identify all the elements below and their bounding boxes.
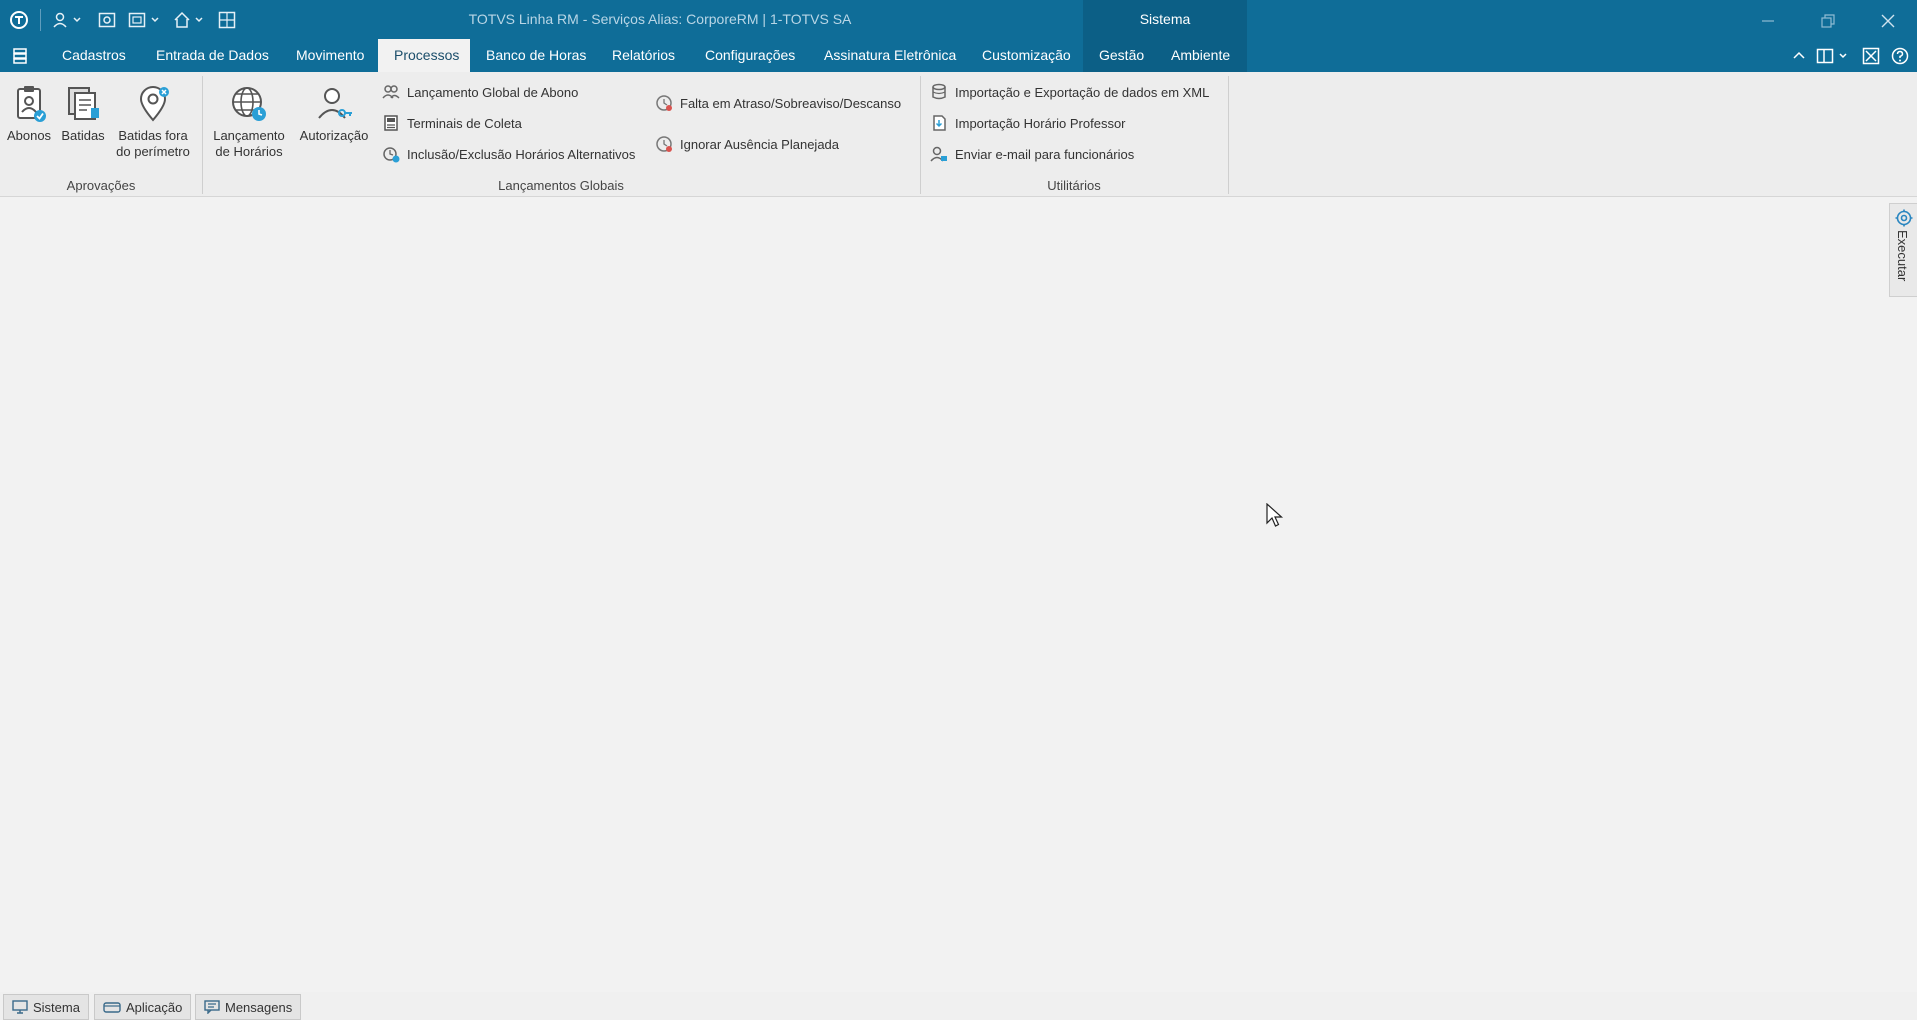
gear-icon (1895, 209, 1913, 227)
workspace (0, 198, 1889, 992)
ribbon: Abonos Batidas Batidas fora do perímetro… (0, 72, 1917, 197)
collapse-ribbon-icon[interactable] (1792, 49, 1806, 66)
minimize-button[interactable] (1748, 6, 1788, 34)
ignorar-ausencia-button[interactable]: Ignorar Ausência Planejada (655, 133, 839, 155)
importacao-exportacao-xml-label: Importação e Exportação de dados em XML (955, 84, 1210, 100)
batidas-button[interactable]: Batidas (58, 84, 108, 144)
menu-ambiente[interactable]: Ambiente (1155, 39, 1247, 72)
group-divider (1228, 76, 1229, 194)
lancamento-global-abono-label: Lançamento Global de Abono (407, 84, 579, 100)
menu-assinatura-eletronica[interactable]: Assinatura Eletrônica (808, 39, 972, 72)
falta-atraso-label: Falta em Atraso/Sobreaviso/Descanso (680, 95, 902, 111)
clipboard-check-icon (17, 86, 46, 122)
batidas-fora-label-2: do perímetro (116, 144, 190, 159)
menu-cadastros[interactable]: Cadastros (46, 39, 142, 72)
abonos-button[interactable]: Abonos (4, 84, 54, 144)
document-import-icon (933, 115, 946, 131)
status-mensagens-button[interactable]: Mensagens (195, 994, 302, 1020)
menu-gestao[interactable]: Gestão (1083, 39, 1155, 72)
inclusao-exclusao-horarios-button[interactable]: Inclusão/Exclusão Horários Alternativos (382, 143, 635, 165)
importacao-horario-professor-label: Importação Horário Professor (955, 115, 1126, 131)
ignorar-ausencia-label: Ignorar Ausência Planejada (680, 136, 840, 152)
mouse-cursor-icon (1266, 503, 1284, 527)
help-icon[interactable] (1891, 47, 1909, 68)
menu-relatorios[interactable]: Relatórios (596, 39, 691, 72)
app-menu-icon[interactable] (12, 48, 30, 67)
database-icon (932, 83, 946, 100)
title-bar: TOTVS Linha RM - Serviços Alias: Corpore… (0, 0, 1917, 72)
autorizacao-button[interactable]: Autorização (294, 84, 374, 144)
clock-alert-icon (656, 95, 672, 111)
enviar-email-label: Enviar e-mail para funcionários (955, 146, 1135, 162)
batidas-label: Batidas (61, 128, 105, 143)
menu-movimento[interactable]: Movimento (280, 39, 380, 72)
clock-refresh-icon (383, 147, 400, 163)
terminais-coleta-button[interactable]: Terminais de Coleta (382, 112, 522, 134)
location-pin-icon (139, 86, 169, 122)
abonos-label: Abonos (6, 128, 52, 143)
menu-banco-de-horas[interactable]: Banco de Horas (470, 39, 602, 72)
group-label-utilitarios: Utilitários (1047, 178, 1101, 193)
lancamento-global-abono-button[interactable]: Lançamento Global de Abono (382, 81, 578, 103)
user-mail-icon (930, 146, 947, 162)
clock-cancel-icon (656, 136, 672, 152)
status-aplicacao-label: Aplicação (126, 999, 183, 1015)
menu-configuracoes[interactable]: Configurações (689, 39, 811, 72)
enviar-email-button[interactable]: Enviar e-mail para funcionários (930, 143, 1134, 165)
status-bar: Sistema Aplicação Mensagens (0, 992, 1917, 1020)
inclusao-exclusao-label: Inclusão/Exclusão Horários Alternativos (407, 146, 636, 162)
users-icon (382, 85, 400, 99)
group-label-lancamentos-globais: Lançamentos Globais (498, 178, 624, 193)
restore-button[interactable] (1808, 6, 1848, 34)
menu-bar: Cadastros Entrada de Dados Movimento Pro… (0, 39, 1917, 72)
documents-icon (68, 87, 99, 120)
close-button[interactable] (1868, 6, 1908, 34)
close-window-icon[interactable] (1862, 47, 1880, 68)
lancamento-horarios-label-2: de Horários (215, 144, 283, 159)
batidas-fora-label-1: Batidas fora (118, 128, 188, 143)
executar-label: Executar (1895, 230, 1910, 282)
group-divider (202, 76, 203, 194)
status-sistema-button[interactable]: Sistema (3, 994, 89, 1020)
falta-atraso-button[interactable]: Falta em Atraso/Sobreaviso/Descanso (655, 92, 901, 114)
menu-processos[interactable]: Processos (378, 39, 470, 72)
autorizacao-label: Autorização (299, 128, 369, 143)
group-label-aprovacoes: Aprovações (66, 178, 136, 193)
application-icon (103, 1002, 121, 1013)
monitor-icon (12, 1000, 28, 1014)
message-icon (204, 1000, 220, 1014)
lancamento-horarios-label-1: Lançamento (213, 128, 285, 143)
importacao-exportacao-xml-button[interactable]: Importação e Exportação de dados em XML (930, 81, 1209, 103)
menu-customizacao[interactable]: Customização (966, 39, 1087, 72)
layout-dropdown-icon[interactable] (1816, 47, 1850, 68)
user-key-icon (318, 88, 352, 119)
executar-side-tab[interactable]: Executar (1889, 203, 1917, 297)
batidas-fora-perimetro-button[interactable]: Batidas fora do perímetro (112, 84, 194, 160)
terminal-icon (384, 115, 398, 131)
menu-entrada-de-dados[interactable]: Entrada de Dados (140, 39, 285, 72)
status-mensagens-label: Mensagens (225, 999, 293, 1015)
group-divider (920, 76, 921, 194)
importacao-horario-professor-button[interactable]: Importação Horário Professor (930, 112, 1126, 134)
status-sistema-label: Sistema (33, 999, 80, 1015)
status-aplicacao-button[interactable]: Aplicação (94, 994, 192, 1020)
terminais-coleta-label: Terminais de Coleta (407, 115, 522, 131)
globe-clock-icon (232, 87, 266, 121)
lancamento-horarios-button[interactable]: Lançamento de Horários (208, 84, 290, 160)
